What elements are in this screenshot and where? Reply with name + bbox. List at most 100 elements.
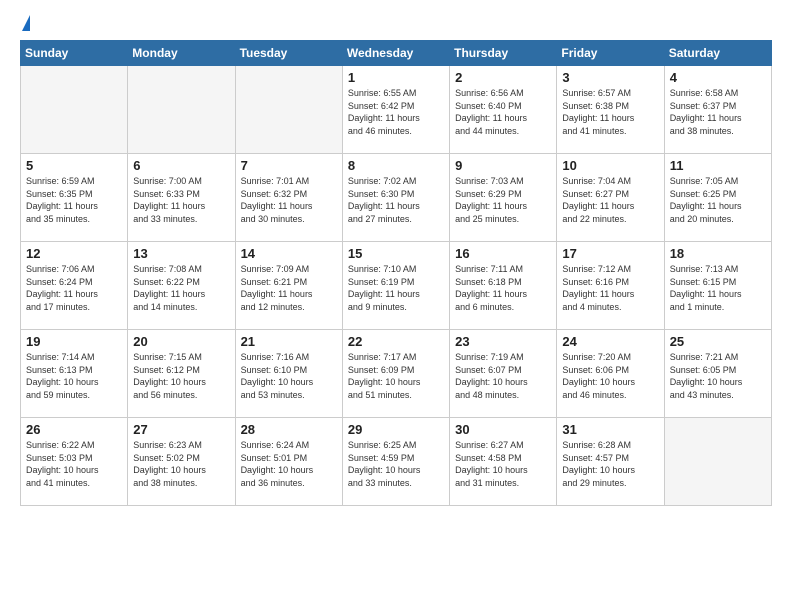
day-number: 26 [26, 422, 122, 437]
day-number: 21 [241, 334, 337, 349]
calendar-table: SundayMondayTuesdayWednesdayThursdayFrid… [20, 40, 772, 506]
day-cell: 30Sunrise: 6:27 AM Sunset: 4:58 PM Dayli… [450, 418, 557, 506]
day-cell: 11Sunrise: 7:05 AM Sunset: 6:25 PM Dayli… [664, 154, 771, 242]
day-cell: 27 Sunrise: 6:23 AM Sunset: 5:02 PM Dayli… [128, 418, 235, 506]
day-number: 22 [348, 334, 444, 349]
week-row-5: 26 Sunrise: 6:22 AM Sunset: 5:03 PM Dayli… [21, 418, 772, 506]
day-info: Sunrise: 7:11 AM Sunset: 6:18 PM Dayligh… [455, 263, 551, 313]
day-info: Sunrise: 6:55 AM Sunset: 6:42 PM Dayligh… [348, 87, 444, 137]
day-cell: 7 Sunrise: 7:01 AM Sunset: 6:32 PM Daylig… [235, 154, 342, 242]
day-cell [21, 66, 128, 154]
logo-icon [22, 15, 30, 31]
day-info: Sunrise: 7:13 AM Sunset: 6:15 PM Dayligh… [670, 263, 766, 313]
day-cell: 26 Sunrise: 6:22 AM Sunset: 5:03 PM Dayli… [21, 418, 128, 506]
day-cell: 4Sunrise: 6:58 AM Sunset: 6:37 PM Daylig… [664, 66, 771, 154]
day-cell: 2Sunrise: 6:56 AM Sunset: 6:40 PM Daylig… [450, 66, 557, 154]
day-number: 17 [562, 246, 658, 261]
header-day-tuesday: Tuesday [235, 41, 342, 66]
day-cell: 17 Sunrise: 7:12 AM Sunset: 6:16 PM Dayli… [557, 242, 664, 330]
day-info: Sunrise: 6:24 AM Sunset: 5:01 PM Dayligh… [241, 439, 337, 489]
day-cell: 8Sunrise: 7:02 AM Sunset: 6:30 PM Daylig… [342, 154, 449, 242]
day-number: 27 [133, 422, 229, 437]
day-cell: 25Sunrise: 7:21 AM Sunset: 6:05 PM Dayli… [664, 330, 771, 418]
day-cell: 18 Sunrise: 7:13 AM Sunset: 6:15 PM Dayli… [664, 242, 771, 330]
day-info: Sunrise: 7:20 AM Sunset: 6:06 PM Dayligh… [562, 351, 658, 401]
day-info: Sunrise: 7:14 AM Sunset: 6:13 PM Dayligh… [26, 351, 122, 401]
day-cell: 22 Sunrise: 7:17 AM Sunset: 6:09 PM Dayli… [342, 330, 449, 418]
day-cell: 12Sunrise: 7:06 AM Sunset: 6:24 PM Dayli… [21, 242, 128, 330]
day-info: Sunrise: 7:00 AM Sunset: 6:33 PM Dayligh… [133, 175, 229, 225]
header-row: SundayMondayTuesdayWednesdayThursdayFrid… [21, 41, 772, 66]
day-info: Sunrise: 6:57 AM Sunset: 6:38 PM Dayligh… [562, 87, 658, 137]
day-number: 10 [562, 158, 658, 173]
day-number: 15 [348, 246, 444, 261]
day-cell: 9 Sunrise: 7:03 AM Sunset: 6:29 PM Daylig… [450, 154, 557, 242]
day-cell: 29 Sunrise: 6:25 AM Sunset: 4:59 PM Dayli… [342, 418, 449, 506]
day-number: 7 [241, 158, 337, 173]
day-number: 23 [455, 334, 551, 349]
day-number: 28 [241, 422, 337, 437]
day-cell: 3 Sunrise: 6:57 AM Sunset: 6:38 PM Daylig… [557, 66, 664, 154]
day-cell: 14 Sunrise: 7:09 AM Sunset: 6:21 PM Dayli… [235, 242, 342, 330]
day-info: Sunrise: 7:04 AM Sunset: 6:27 PM Dayligh… [562, 175, 658, 225]
header-day-friday: Friday [557, 41, 664, 66]
logo [20, 15, 30, 32]
day-cell: 16 Sunrise: 7:11 AM Sunset: 6:18 PM Dayli… [450, 242, 557, 330]
day-number: 14 [241, 246, 337, 261]
day-cell: 23 Sunrise: 7:19 AM Sunset: 6:07 PM Dayli… [450, 330, 557, 418]
day-info: Sunrise: 6:23 AM Sunset: 5:02 PM Dayligh… [133, 439, 229, 489]
day-number: 3 [562, 70, 658, 85]
day-number: 29 [348, 422, 444, 437]
day-info: Sunrise: 6:28 AM Sunset: 4:57 PM Dayligh… [562, 439, 658, 489]
day-info: Sunrise: 7:16 AM Sunset: 6:10 PM Dayligh… [241, 351, 337, 401]
day-info: Sunrise: 6:25 AM Sunset: 4:59 PM Dayligh… [348, 439, 444, 489]
day-cell: 6 Sunrise: 7:00 AM Sunset: 6:33 PM Daylig… [128, 154, 235, 242]
day-number: 20 [133, 334, 229, 349]
day-number: 18 [670, 246, 766, 261]
day-number: 30 [455, 422, 551, 437]
header [20, 15, 772, 32]
day-info: Sunrise: 7:19 AM Sunset: 6:07 PM Dayligh… [455, 351, 551, 401]
week-row-2: 5 Sunrise: 6:59 AM Sunset: 6:35 PM Daylig… [21, 154, 772, 242]
day-info: Sunrise: 7:09 AM Sunset: 6:21 PM Dayligh… [241, 263, 337, 313]
day-number: 24 [562, 334, 658, 349]
day-number: 9 [455, 158, 551, 173]
day-info: Sunrise: 7:12 AM Sunset: 6:16 PM Dayligh… [562, 263, 658, 313]
day-info: Sunrise: 7:08 AM Sunset: 6:22 PM Dayligh… [133, 263, 229, 313]
day-cell [128, 66, 235, 154]
day-info: Sunrise: 7:05 AM Sunset: 6:25 PM Dayligh… [670, 175, 766, 225]
day-info: Sunrise: 7:01 AM Sunset: 6:32 PM Dayligh… [241, 175, 337, 225]
day-cell: 19Sunrise: 7:14 AM Sunset: 6:13 PM Dayli… [21, 330, 128, 418]
day-cell: 20 Sunrise: 7:15 AM Sunset: 6:12 PM Dayli… [128, 330, 235, 418]
day-info: Sunrise: 7:02 AM Sunset: 6:30 PM Dayligh… [348, 175, 444, 225]
week-row-1: 1Sunrise: 6:55 AM Sunset: 6:42 PM Daylig… [21, 66, 772, 154]
day-number: 6 [133, 158, 229, 173]
day-number: 13 [133, 246, 229, 261]
day-number: 16 [455, 246, 551, 261]
day-info: Sunrise: 6:59 AM Sunset: 6:35 PM Dayligh… [26, 175, 122, 225]
day-info: Sunrise: 7:06 AM Sunset: 6:24 PM Dayligh… [26, 263, 122, 313]
day-cell [235, 66, 342, 154]
day-info: Sunrise: 6:58 AM Sunset: 6:37 PM Dayligh… [670, 87, 766, 137]
day-cell: 10 Sunrise: 7:04 AM Sunset: 6:27 PM Dayli… [557, 154, 664, 242]
day-number: 25 [670, 334, 766, 349]
day-number: 5 [26, 158, 122, 173]
day-cell [664, 418, 771, 506]
day-info: Sunrise: 7:17 AM Sunset: 6:09 PM Dayligh… [348, 351, 444, 401]
week-row-4: 19Sunrise: 7:14 AM Sunset: 6:13 PM Dayli… [21, 330, 772, 418]
day-number: 31 [562, 422, 658, 437]
day-number: 2 [455, 70, 551, 85]
day-cell: 31 Sunrise: 6:28 AM Sunset: 4:57 PM Dayli… [557, 418, 664, 506]
day-info: Sunrise: 7:03 AM Sunset: 6:29 PM Dayligh… [455, 175, 551, 225]
day-cell: 15 Sunrise: 7:10 AM Sunset: 6:19 PM Dayli… [342, 242, 449, 330]
header-day-monday: Monday [128, 41, 235, 66]
day-info: Sunrise: 6:22 AM Sunset: 5:03 PM Dayligh… [26, 439, 122, 489]
day-info: Sunrise: 7:15 AM Sunset: 6:12 PM Dayligh… [133, 351, 229, 401]
calendar-page: SundayMondayTuesdayWednesdayThursdayFrid… [0, 0, 792, 612]
day-cell: 1Sunrise: 6:55 AM Sunset: 6:42 PM Daylig… [342, 66, 449, 154]
header-day-wednesday: Wednesday [342, 41, 449, 66]
logo-text [20, 15, 30, 32]
header-day-sunday: Sunday [21, 41, 128, 66]
day-cell: 28 Sunrise: 6:24 AM Sunset: 5:01 PM Dayli… [235, 418, 342, 506]
day-info: Sunrise: 7:10 AM Sunset: 6:19 PM Dayligh… [348, 263, 444, 313]
